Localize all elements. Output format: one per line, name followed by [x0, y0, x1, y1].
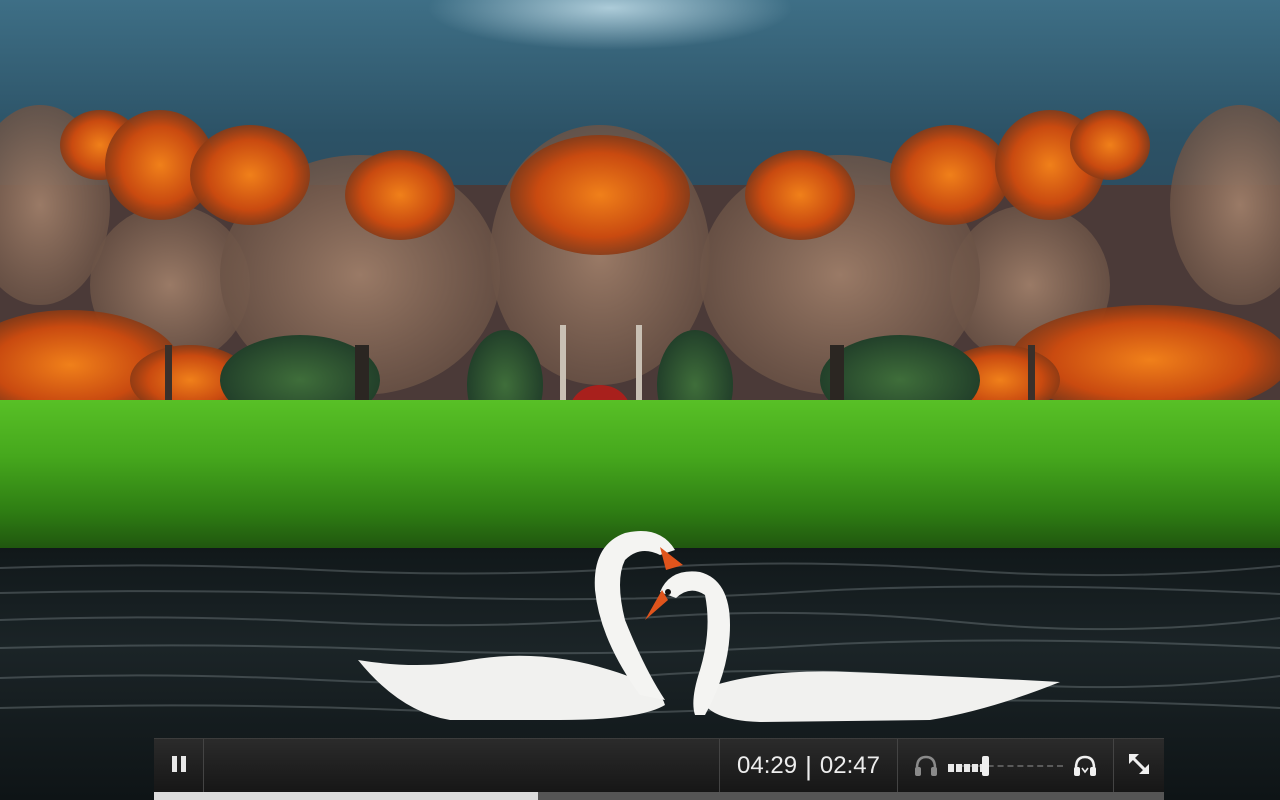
volume-slider[interactable]	[948, 756, 1063, 776]
current-time: 04:29	[737, 752, 798, 779]
control-bar-spacer	[204, 739, 720, 793]
duration: 02:47	[819, 752, 880, 779]
volume-control	[898, 739, 1114, 793]
video-frame[interactable]	[0, 0, 1280, 800]
volume-handle[interactable]	[981, 756, 989, 776]
time-separator: |	[805, 750, 812, 781]
time-display: 04:29 | 02:47	[720, 739, 898, 793]
playback-progress-bar[interactable]	[154, 792, 1164, 800]
headphones-mute-icon[interactable]	[912, 752, 940, 780]
video-control-bar: 04:29 | 02:47	[154, 738, 1164, 793]
volume-level	[948, 764, 985, 772]
headphones-icon[interactable]	[1071, 752, 1099, 780]
autumn-trees	[0, 105, 1280, 440]
pause-button[interactable]	[154, 739, 204, 793]
fullscreen-icon	[1126, 751, 1152, 782]
pause-icon	[170, 755, 188, 777]
playback-progress-fill	[154, 792, 538, 800]
two-swans	[358, 531, 1060, 722]
fullscreen-button[interactable]	[1114, 739, 1164, 793]
